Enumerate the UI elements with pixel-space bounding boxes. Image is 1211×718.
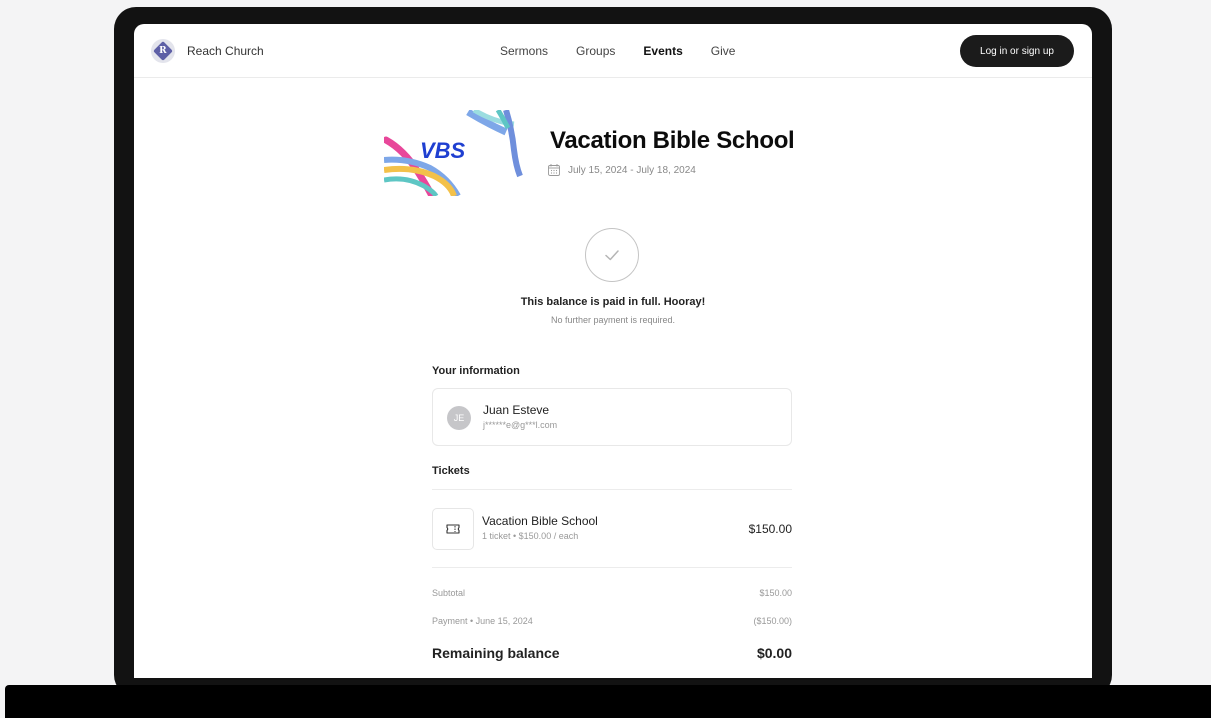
paid-status-title: This balance is paid in full. Hooray! [520,296,706,308]
avatar: JE [447,406,471,430]
calendar-icon [548,164,560,176]
divider [432,567,792,568]
subtotal-label: Subtotal [432,588,466,598]
paid-check-icon [585,228,639,282]
church-logo-icon: R [151,39,175,63]
nav-link-sermons[interactable]: Sermons [500,44,548,58]
vbs-logo-text: VBS [420,138,466,163]
event-title: Vacation Bible School [550,127,795,154]
nav-link-groups[interactable]: Groups [576,44,615,58]
browser-screen: R Reach Church Sermons Groups Events Giv… [134,24,1092,678]
ticket-price: $150.00 [748,522,792,536]
paid-status-subtitle: No further payment is required. [550,315,676,325]
laptop-base [5,685,1211,718]
remaining-balance-label: Remaining balance [432,645,560,661]
event-date-range: July 15, 2024 - July 18, 2024 [568,164,696,176]
divider [432,489,792,490]
event-date-row: July 15, 2024 - July 18, 2024 [548,164,696,176]
attendee-email: j******e@g***l.com [483,420,558,430]
event-banner-image: VBS [384,110,523,196]
nav-links: Sermons Groups Events Give [500,44,763,58]
attendee-info-card: JE Juan Esteve j******e@g***l.com [432,388,792,446]
top-nav: R Reach Church Sermons Groups Events Giv… [134,24,1092,78]
brand-name: Reach Church [187,44,264,58]
ticket-name: Vacation Bible School [482,514,598,528]
payment-label: Payment • June 15, 2024 [432,616,533,626]
ticket-icon [432,508,474,550]
brand[interactable]: R Reach Church [151,39,264,63]
payment-value: ($150.00) [753,616,792,626]
tickets-heading: Tickets [432,465,470,477]
your-information-heading: Your information [432,365,520,377]
logo-letter: R [159,45,167,56]
ticket-detail: 1 ticket • $150.00 / each [482,531,579,541]
nav-link-events[interactable]: Events [643,44,682,58]
login-signup-button[interactable]: Log in or sign up [960,35,1074,67]
nav-link-give[interactable]: Give [711,44,736,58]
remaining-balance-value: $0.00 [756,645,792,661]
attendee-name: Juan Esteve [483,403,550,417]
subtotal-value: $150.00 [759,588,792,598]
